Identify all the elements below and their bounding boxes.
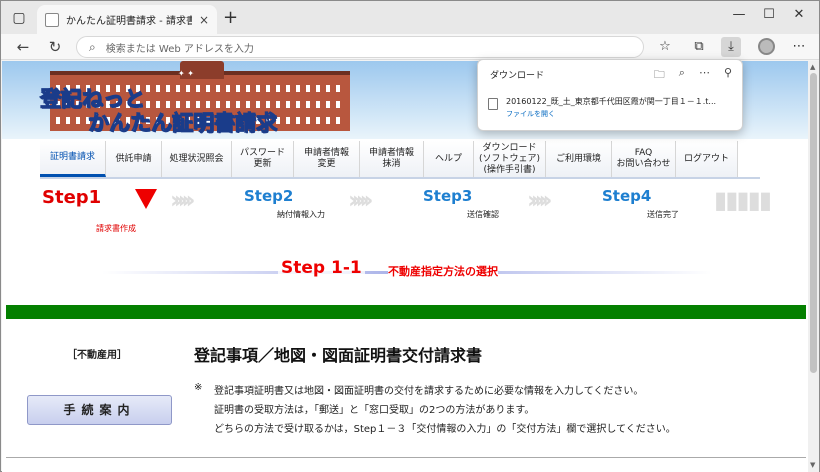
step2-sub: 納付情報入力 — [277, 210, 325, 219]
substep-title: 不動産指定方法の選択 — [388, 263, 498, 279]
close-window-button[interactable]: ✕ — [789, 7, 809, 22]
note-mark: ※ — [194, 382, 203, 393]
tab-actions-icon[interactable]: ▢ — [9, 8, 29, 28]
step2-label: Step2 — [244, 187, 294, 205]
menu-item-password[interactable]: パスワード 更新 — [232, 141, 294, 177]
profile-avatar[interactable] — [758, 38, 775, 55]
page-favicon-icon — [45, 12, 59, 27]
step4-sub: 送信完了 — [647, 210, 679, 219]
downloads-actions: 🗀 ⌕ ⋯ ⚲ — [654, 66, 732, 85]
address-placeholder: 検索または Web アドレスを入力 — [105, 43, 254, 55]
browser-tab[interactable]: かんたん証明書請求 - 請求書作成 × — [37, 5, 217, 34]
chevron-icon: ››››› — [527, 186, 553, 214]
browser-toolbar: ← ↻ ⌕ 検索または Web アドレスを入力 ☆ ⧉ ⤓ ⋯ — [1, 34, 819, 60]
scroll-thumb[interactable] — [810, 73, 817, 373]
back-button-icon[interactable]: ← — [13, 37, 33, 57]
menu-item-certificate-request[interactable]: 証明書請求 — [40, 141, 106, 177]
note-line-3: どちらの方法で受け取るかは，Step１－３「交付情報の入力」の「交付方法」欄で選… — [214, 424, 676, 435]
more-menu-icon[interactable]: ⋯ — [789, 37, 809, 57]
downloads-panel: ダウンロード 🗀 ⌕ ⋯ ⚲ 20160122_既_土_東京都千代田区霞が関一丁… — [477, 59, 743, 131]
menu-item-applicant-change[interactable]: 申請者情報 変更 — [294, 141, 360, 177]
current-step-arrow-icon — [135, 189, 157, 209]
menu-item-environment[interactable]: ご利用環境 — [546, 141, 612, 177]
download-item[interactable]: 20160122_既_土_東京都千代田区霞が関一丁目１－１.t... ファイルを… — [488, 96, 716, 119]
substep-heading: Step 1-1 不動産指定方法の選択 — [2, 251, 808, 293]
collections-icon[interactable]: ⧉ — [689, 37, 709, 57]
main-menu: 証明書請求 供託申請 処理状況照会 パスワード 更新 申請者情報 変更 申請者情… — [40, 141, 760, 179]
step-indicator: Step1 請求書作成 ››››› Step2 納付情報入力 ››››› Ste… — [2, 181, 808, 241]
site-logo-line2: かんたん証明書請求 — [88, 111, 278, 136]
favorites-icon[interactable]: ☆ — [655, 37, 675, 57]
step1-label: Step1 — [42, 187, 102, 208]
green-divider — [6, 305, 806, 319]
menu-item-help[interactable]: ヘルプ — [424, 141, 474, 177]
step3-sub: 送信確認 — [467, 210, 499, 219]
open-file-link[interactable]: ファイルを開く — [506, 109, 716, 119]
tab-close-icon[interactable]: × — [199, 13, 209, 27]
page-title: 登記事項／地図・図面証明書交付請求書 — [194, 346, 483, 365]
menu-item-logout[interactable]: ログアウト — [676, 141, 738, 177]
refresh-button-icon[interactable]: ↻ — [45, 37, 65, 57]
page-scrollbar[interactable]: ▲ ▼ — [808, 61, 819, 472]
more-options-icon[interactable]: ⋯ — [699, 66, 710, 85]
search-downloads-icon[interactable]: ⌕ — [679, 66, 685, 85]
downloads-title: ダウンロード — [490, 71, 545, 81]
step3-label: Step3 — [423, 187, 473, 205]
menu-item-faq[interactable]: FAQ お問い合わせ — [612, 141, 676, 177]
step4-label: Step4 — [602, 187, 652, 205]
menu-item-deposit[interactable]: 供託申請 — [106, 141, 162, 177]
chevron-icon: ››››› — [170, 186, 196, 214]
downloads-icon[interactable]: ⤓ — [721, 37, 741, 57]
menu-item-applicant-delete[interactable]: 申請者情報 抹消 — [360, 141, 424, 177]
file-icon — [488, 98, 498, 110]
tab-title: かんたん証明書請求 - 請求書作成 — [66, 16, 192, 27]
note-line-1: 登記事項証明書又は地図・図面証明書の交付を請求するために必要な情報を入力してくだ… — [214, 386, 644, 397]
scroll-up-icon[interactable]: ▲ — [810, 63, 815, 71]
note-line-2: 証明書の受取方法は，「郵送」と「窓口受取」の2つの方法があります。 — [214, 405, 535, 416]
birds-decoration: ✦ ✦ — [178, 69, 194, 78]
minimize-button[interactable]: — — [729, 7, 749, 22]
pin-icon[interactable]: ⚲ — [724, 66, 732, 85]
search-icon: ⌕ — [89, 39, 96, 54]
maximize-button[interactable]: ☐ — [759, 7, 779, 22]
category-label: ［不動産用］ — [67, 350, 127, 361]
chevron-icon: ››››› — [348, 186, 374, 214]
download-file-name: 20160122_既_土_東京都千代田区霞が関一丁目１－１.t... — [506, 97, 717, 106]
procedure-guide-button[interactable]: 手続案内 — [27, 395, 172, 425]
bottom-divider — [6, 457, 806, 458]
chevron-icon: ▮▮▮▮▮ — [714, 186, 772, 214]
menu-item-status[interactable]: 処理状況照会 — [162, 141, 232, 177]
scroll-down-icon[interactable]: ▼ — [810, 461, 815, 469]
substep-label: Step 1-1 — [278, 258, 365, 278]
open-folder-icon[interactable]: 🗀 — [654, 66, 665, 85]
address-bar[interactable]: ⌕ 検索または Web アドレスを入力 — [76, 36, 644, 58]
menu-item-download[interactable]: ダウンロード (ソフトウェア) (操作手引書) — [474, 141, 546, 177]
browser-window: ▢ かんたん証明書請求 - 請求書作成 × + — ☐ ✕ ← ↻ ⌕ 検索また… — [0, 0, 820, 472]
step1-sub: 請求書作成 — [96, 224, 136, 233]
tab-bar: ▢ かんたん証明書請求 - 請求書作成 × + — ☐ ✕ — [1, 1, 819, 34]
new-tab-button[interactable]: + — [223, 9, 238, 27]
